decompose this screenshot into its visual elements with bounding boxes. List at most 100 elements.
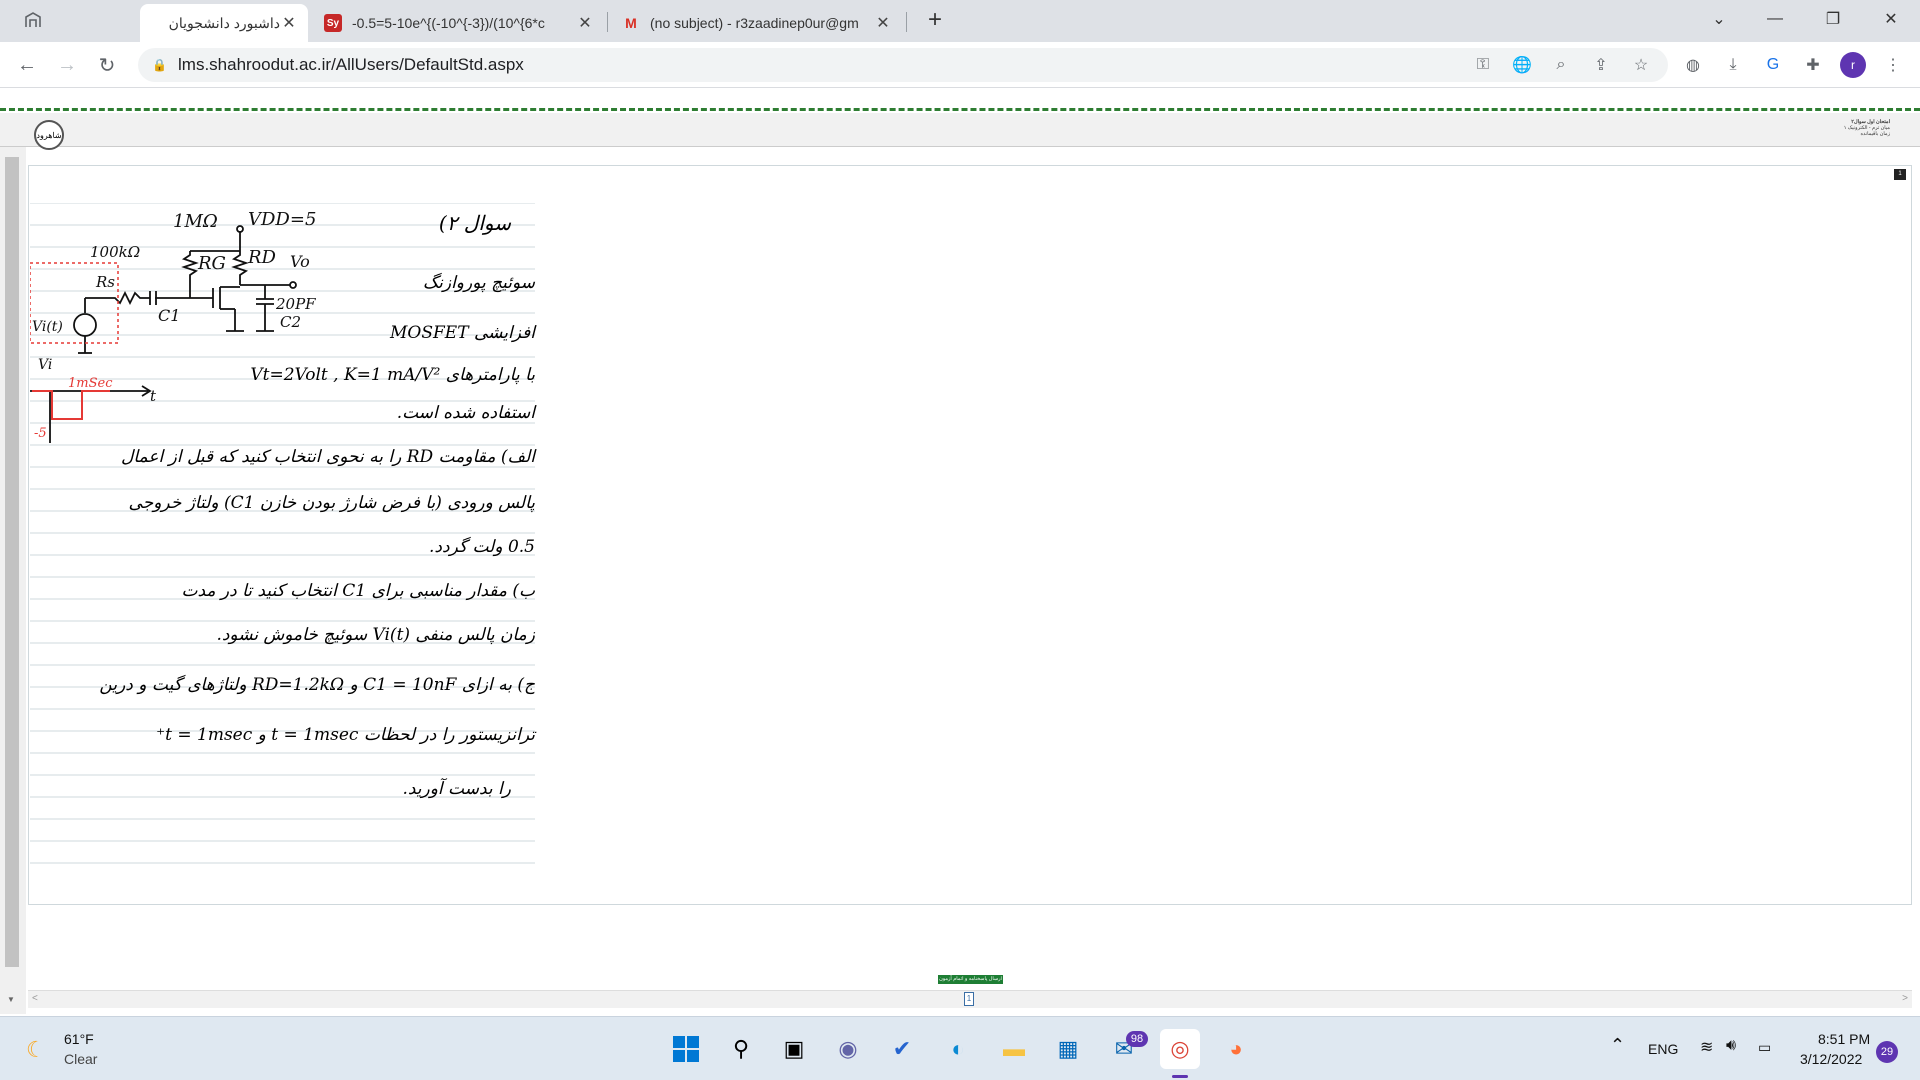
question-line-11: ترانزیستور را در لحظات t = 1msec و t = 1…: [156, 725, 535, 745]
scrollbar-thumb[interactable]: [5, 157, 19, 967]
tab-list-chevron-icon[interactable]: ⌄: [1696, 0, 1742, 38]
windows-taskbar: ☾ 61°F Clear ⚲ ▣ ◉ ✔ ◐ ▬ ▦ ✉ 98 ◎ ◕ ⌃ EN…: [0, 1016, 1920, 1080]
minimize-button[interactable]: —: [1752, 0, 1798, 38]
question-line-5: الف) مقاومت RD را به نحوی انتخاب کنید که…: [120, 447, 535, 467]
page-badge: 1: [1894, 169, 1906, 180]
firefox-icon[interactable]: ◕: [1216, 1029, 1256, 1069]
globe-extension-icon[interactable]: ◍: [1680, 52, 1706, 78]
zoom-icon[interactable]: ⌕: [1548, 52, 1574, 78]
edge-browser-icon[interactable]: ◐: [938, 1029, 978, 1069]
close-window-button[interactable]: ✕: [1868, 0, 1914, 38]
question-line-9: زمان پالس منفی Vi(t) سوئیچ خاموش نشود.: [216, 625, 535, 645]
top-dashed-border: [0, 89, 1920, 111]
teams-chat-icon[interactable]: ◉: [828, 1029, 868, 1069]
university-logo[interactable]: شاهرود: [34, 120, 64, 150]
question-line-3: با پارامترهای Vt=2Volt , K=1 mA/V²: [250, 365, 535, 385]
circuit-label-c1: C1: [158, 306, 180, 325]
tab-symbolab[interactable]: Sy -0.5=5-10e^{(-10^{-3})/(10^{6*c ✕: [314, 4, 604, 42]
microsoft-store-icon[interactable]: ▦: [1048, 1029, 1088, 1069]
tab-separator: [607, 12, 608, 32]
file-explorer-icon[interactable]: ▬: [994, 1029, 1034, 1069]
tab-dashboard[interactable]: داشبورد دانشجویان ✕: [140, 4, 308, 42]
scroll-down-arrow-icon[interactable]: ▼: [7, 995, 15, 1004]
profile-avatar[interactable]: r: [1840, 52, 1866, 78]
question-line-4: استفاده شده است.: [396, 403, 535, 423]
key-icon[interactable]: ⚿: [1470, 52, 1496, 78]
question-line-6: پالس ورودی (با فرض شارژ بودن خازن C1) ول…: [128, 493, 535, 513]
share-icon[interactable]: ⇪: [1588, 52, 1614, 78]
notification-badge[interactable]: 29: [1876, 1041, 1898, 1063]
tab-search-icon[interactable]: [18, 5, 48, 35]
translate-icon[interactable]: 🌐: [1509, 52, 1535, 78]
web-page: ▲ ▼ شاهرود امتحان اول سوال۲ میان ترم - ا…: [0, 89, 1920, 1014]
vertical-scrollbar[interactable]: ▲ ▼: [0, 115, 26, 1014]
tab-close-icon[interactable]: ✕: [280, 13, 298, 33]
circuit-label-vo: Vo: [290, 252, 310, 271]
lms-header-bar: [0, 113, 1920, 147]
extensions-puzzle-icon[interactable]: ✚: [1800, 52, 1826, 78]
submit-exam-button[interactable]: ارسال پاسخنامه و اتمام آزمون: [938, 975, 1003, 984]
question-title: سوال ۲): [438, 211, 511, 235]
pulse-label-width: 1mSec: [68, 376, 113, 391]
bookmark-star-icon[interactable]: ☆: [1628, 52, 1654, 78]
weather-desc[interactable]: Clear: [64, 1051, 97, 1067]
tab-gmail[interactable]: M (no subject) - r3zaadinep0ur@gm ✕: [612, 4, 902, 42]
handwritten-question-image: 1MΩ VDD=5 RG RD 100kΩ Rs Vo C1 20PF C2 V…: [30, 203, 535, 883]
gmail-icon: M: [625, 15, 637, 31]
volume-icon[interactable]: 🔊︎: [1726, 1037, 1736, 1055]
address-bar[interactable]: 🔒 lms.shahroodut.ac.ir/AllUsers/DefaultS…: [138, 48, 1668, 82]
search-icon[interactable]: ⚲: [721, 1029, 761, 1069]
menu-kebab-icon[interactable]: ⋮: [1880, 52, 1906, 78]
weather-temp[interactable]: 61°F: [64, 1031, 94, 1047]
circuit-label-r1: 1MΩ: [173, 211, 218, 232]
forward-button[interactable]: →: [52, 50, 82, 80]
question-line-7: 0.5 ولت گردد.: [429, 537, 535, 557]
wifi-icon[interactable]: ≋: [1700, 1037, 1713, 1057]
tab-title: داشبورد دانشجویان: [168, 14, 280, 31]
tab-close-icon[interactable]: ✕: [576, 13, 594, 33]
download-icon[interactable]: ⤓: [1720, 52, 1746, 78]
mail-badge: 98: [1126, 1031, 1148, 1047]
question-line-12: را بدست آورید.: [402, 779, 511, 799]
pulse-label-vi: Vi: [38, 357, 52, 373]
todo-check-icon[interactable]: ✔: [882, 1029, 922, 1069]
circuit-label-vi: Vi(t): [32, 319, 63, 335]
tab-strip: داشبورد دانشجویان ✕ Sy -0.5=5-10e^{(-10^…: [0, 0, 1920, 42]
lock-icon[interactable]: 🔒: [152, 58, 167, 72]
circuit-label-c2-value: 20PF: [275, 295, 316, 313]
symbolab-icon: Sy: [324, 14, 342, 32]
exam-remaining: زمان باقیمانده: [1860, 131, 1890, 137]
browser-window: داشبورد دانشجویان ✕ Sy -0.5=5-10e^{(-10^…: [0, 0, 1920, 1014]
chrome-active-indicator: [1172, 1075, 1188, 1078]
start-windows-icon[interactable]: [666, 1029, 706, 1069]
page-number-button[interactable]: 1: [964, 992, 974, 1006]
question-line-8: ب) مقدار مناسبی برای C1 انتخاب کنید تا د…: [181, 581, 535, 601]
pulse-label-amplitude: -5: [34, 426, 47, 441]
battery-icon[interactable]: ▭: [1758, 1039, 1771, 1056]
chrome-icon[interactable]: ◎: [1160, 1029, 1200, 1069]
maximize-button[interactable]: ❐: [1810, 0, 1856, 38]
circuit-label-c2: C2: [280, 313, 301, 331]
clock-time[interactable]: 8:51 PM: [1818, 1031, 1870, 1047]
tab-title: (no subject) - r3zaadinep0ur@gm: [650, 15, 859, 31]
back-button[interactable]: ←: [12, 50, 42, 80]
tab-close-icon[interactable]: ✕: [874, 13, 892, 33]
circuit-label-vdd: VDD=5: [248, 209, 316, 230]
circuit-label-rd: RD: [247, 247, 277, 268]
scroll-right-arrow-icon[interactable]: >: [1902, 993, 1908, 1004]
reload-button[interactable]: ↻: [92, 50, 122, 80]
google-translate-icon[interactable]: G: [1760, 52, 1786, 78]
weather-moon-icon[interactable]: ☾: [26, 1037, 46, 1063]
clock-date[interactable]: 3/12/2022: [1800, 1051, 1862, 1067]
circuit-label-rg: RG: [197, 253, 226, 274]
scroll-left-arrow-icon[interactable]: <: [32, 993, 38, 1004]
show-hidden-icons-chevron-icon[interactable]: ⌃: [1610, 1035, 1625, 1056]
task-view-icon[interactable]: ▣: [774, 1029, 814, 1069]
tab-title: -0.5=5-10e^{(-10^{-3})/(10^{6*c: [352, 15, 545, 31]
language-indicator[interactable]: ENG: [1648, 1041, 1678, 1057]
browser-toolbar: ← → ↻ 🔒 lms.shahroodut.ac.ir/AllUsers/De…: [0, 42, 1920, 88]
new-tab-button[interactable]: +: [920, 5, 950, 35]
question-line-2: افزایشی MOSFET: [390, 323, 535, 343]
url-text: lms.shahroodut.ac.ir/AllUsers/DefaultStd…: [178, 55, 524, 74]
question-line-1: سوئیچ پوروازنگ: [422, 273, 535, 293]
